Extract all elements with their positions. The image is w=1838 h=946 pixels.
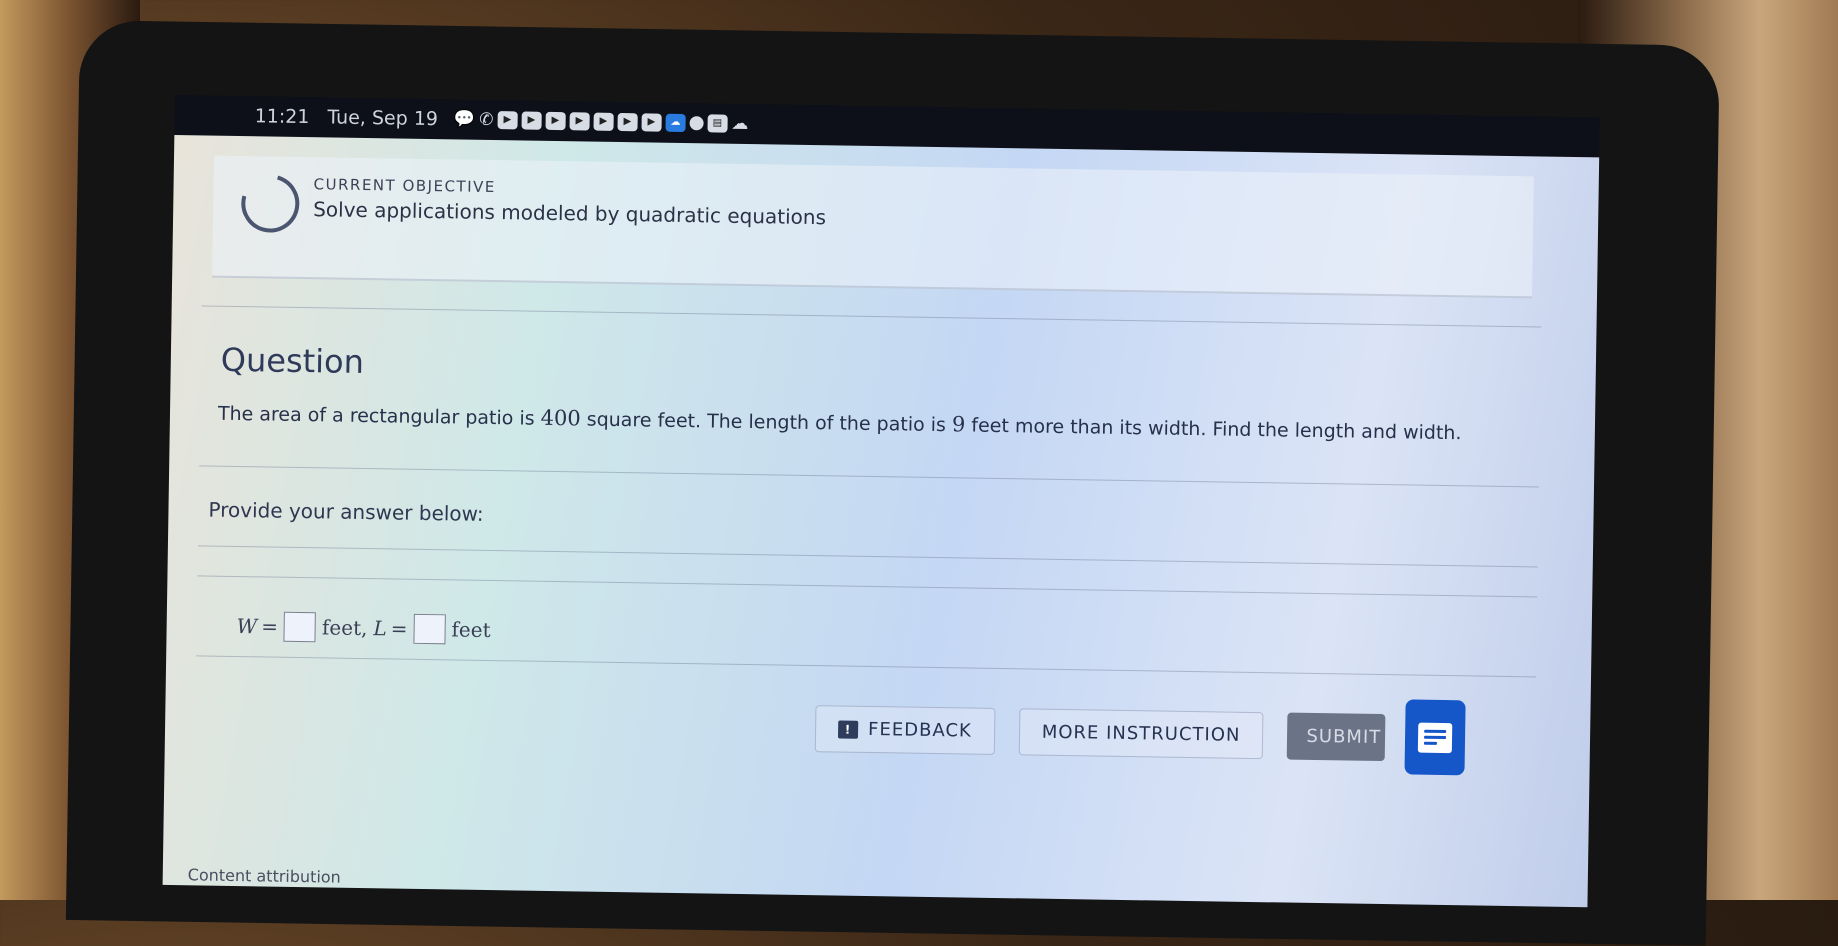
dot-icon	[689, 116, 704, 131]
submit-button[interactable]: SUBMIT	[1287, 712, 1386, 762]
cloud-icon: ☁	[731, 113, 749, 135]
feedback-button[interactable]: ! FEEDBACK	[814, 705, 996, 755]
width-input[interactable]	[283, 611, 317, 643]
youtube-icon: ▶	[593, 112, 614, 131]
whatsapp-icon: ✆	[478, 109, 494, 131]
width-unit: feet,	[321, 615, 368, 641]
calendar-icon: ▤	[707, 114, 728, 133]
feedback-icon: !	[837, 719, 859, 739]
length-variable: L	[373, 616, 387, 641]
chat-button[interactable]	[1404, 699, 1466, 776]
youtube-icon: ▶	[569, 112, 590, 131]
youtube-icon: ▶	[521, 111, 542, 130]
objective-text: Solve applications modeled by quadratic …	[313, 197, 827, 230]
action-buttons: ! FEEDBACK MORE INSTRUCTION SUBMIT	[814, 705, 1386, 762]
divider	[201, 305, 1542, 328]
learning-page: CURRENT OBJECTIVE Solve applications mod…	[162, 134, 1600, 908]
divider	[197, 545, 1538, 568]
divider	[196, 655, 1537, 678]
youtube-icon: ▶	[641, 113, 662, 132]
length-input[interactable]	[413, 613, 446, 645]
question-text: The area of a rectangular patio is 400 s…	[217, 402, 1462, 445]
youtube-icon: ▶	[617, 112, 638, 132]
objective-label: CURRENT OBJECTIVE	[313, 175, 496, 197]
tablet-screen: 11:21 Tue, Sep 19 💬 ✆ ▶ ▶ ▶ ▶ ▶ ▶ ▶ ☁ ▤ …	[162, 95, 1600, 908]
current-objective-panel: CURRENT OBJECTIVE Solve applications mod…	[212, 155, 1534, 299]
difference-value: 9	[951, 412, 966, 437]
youtube-icon: ▶	[497, 111, 518, 130]
notification-icons: 💬 ✆ ▶ ▶ ▶ ▶ ▶ ▶ ▶ ☁ ▤ ☁	[453, 109, 749, 135]
content-attribution-link[interactable]: Content attribution	[188, 865, 341, 886]
width-variable: W	[236, 614, 258, 639]
chat-icon: 💬	[453, 109, 476, 130]
progress-ring-icon	[230, 164, 310, 243]
status-date: Tue, Sep 19	[327, 106, 439, 131]
more-instruction-button[interactable]: MORE INSTRUCTION	[1018, 708, 1264, 760]
chat-icon	[1417, 722, 1453, 753]
answer-row: W = feet, L = feet	[236, 611, 491, 645]
divider	[197, 575, 1538, 598]
answer-prompt: Provide your answer below:	[208, 497, 484, 526]
area-value: 400	[540, 405, 581, 431]
status-time: 11:21	[254, 105, 310, 129]
question-heading: Question	[220, 340, 365, 381]
length-unit: feet	[451, 617, 491, 643]
divider	[199, 465, 1540, 488]
cloud-app-icon: ☁	[665, 113, 686, 133]
youtube-icon: ▶	[545, 111, 566, 131]
